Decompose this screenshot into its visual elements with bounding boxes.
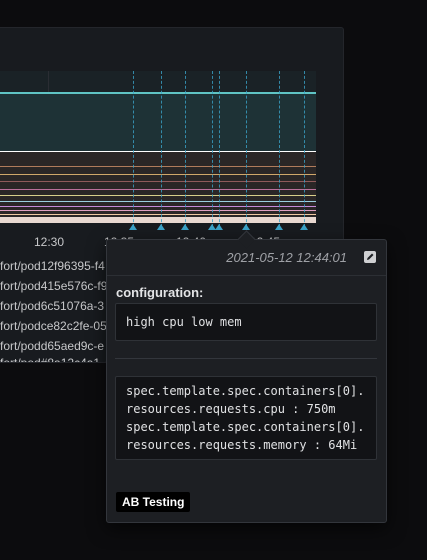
legend-item[interactable]: fort/podce82c2fe-05 xyxy=(0,319,107,333)
annotation-marker[interactable] xyxy=(215,224,223,230)
annotation-marker[interactable] xyxy=(300,224,308,230)
series-line xyxy=(0,92,316,94)
series-line xyxy=(0,181,316,182)
divider xyxy=(115,358,377,359)
series-line xyxy=(0,214,316,215)
config-value-box: high cpu low mem xyxy=(115,303,377,341)
pencil-icon[interactable] xyxy=(364,251,376,263)
config-value: high cpu low mem xyxy=(126,315,242,329)
graph-plot-area[interactable] xyxy=(0,71,316,223)
annotation-line xyxy=(185,71,186,227)
change-line: resources.requests.memory : 64Mi xyxy=(126,438,358,452)
series-line xyxy=(0,195,316,196)
x-axis-tick: 12:30 xyxy=(34,235,65,249)
annotation-tag[interactable]: AB Testing xyxy=(116,492,191,512)
legend-item[interactable]: fort/pod415e576c-f9 xyxy=(0,279,107,293)
annotation-tooltip: 2021-05-12 12:44:01 configuration: high … xyxy=(106,230,387,523)
legend-item[interactable]: fort/pod#8a12c4a1-4 xyxy=(0,356,111,362)
change-line: spec.template.spec.containers[0]. xyxy=(126,420,365,434)
changes-box: spec.template.spec.containers[0]. resour… xyxy=(115,376,377,460)
series-line xyxy=(0,174,316,175)
legend-item[interactable]: fort/pod12f96395-f4 xyxy=(0,259,105,273)
annotation-line xyxy=(219,71,220,227)
change-line: spec.template.spec.containers[0]. xyxy=(126,384,365,398)
annotation-line xyxy=(304,71,305,227)
annotation-timestamp: 2021-05-12 12:44:01 xyxy=(226,250,347,265)
annotation-marker[interactable] xyxy=(129,224,137,230)
series-line xyxy=(0,189,316,190)
legend-item[interactable]: fort/pod6c51076a-3 xyxy=(0,299,104,313)
series-line xyxy=(0,166,316,167)
annotation-marker[interactable] xyxy=(275,224,283,230)
change-line: resources.requests.cpu : 750m xyxy=(126,402,336,416)
series-fill xyxy=(0,92,316,152)
legend-item[interactable]: fort/podd65aed9c-e xyxy=(0,339,104,353)
series-line xyxy=(0,206,316,207)
annotation-marker[interactable] xyxy=(181,224,189,230)
series-line xyxy=(0,201,316,202)
series-fill xyxy=(0,152,316,223)
config-key-label: configuration: xyxy=(116,285,204,300)
annotation-line xyxy=(212,71,213,227)
annotation-line xyxy=(279,71,280,227)
series-line xyxy=(0,151,316,152)
series-line xyxy=(0,210,316,211)
annotation-line xyxy=(133,71,134,227)
series-fill xyxy=(0,217,316,223)
annotation-line xyxy=(161,71,162,227)
annotation-marker[interactable] xyxy=(157,224,165,230)
annotation-line xyxy=(246,71,247,227)
tooltip-header: 2021-05-12 12:44:01 xyxy=(107,240,386,276)
